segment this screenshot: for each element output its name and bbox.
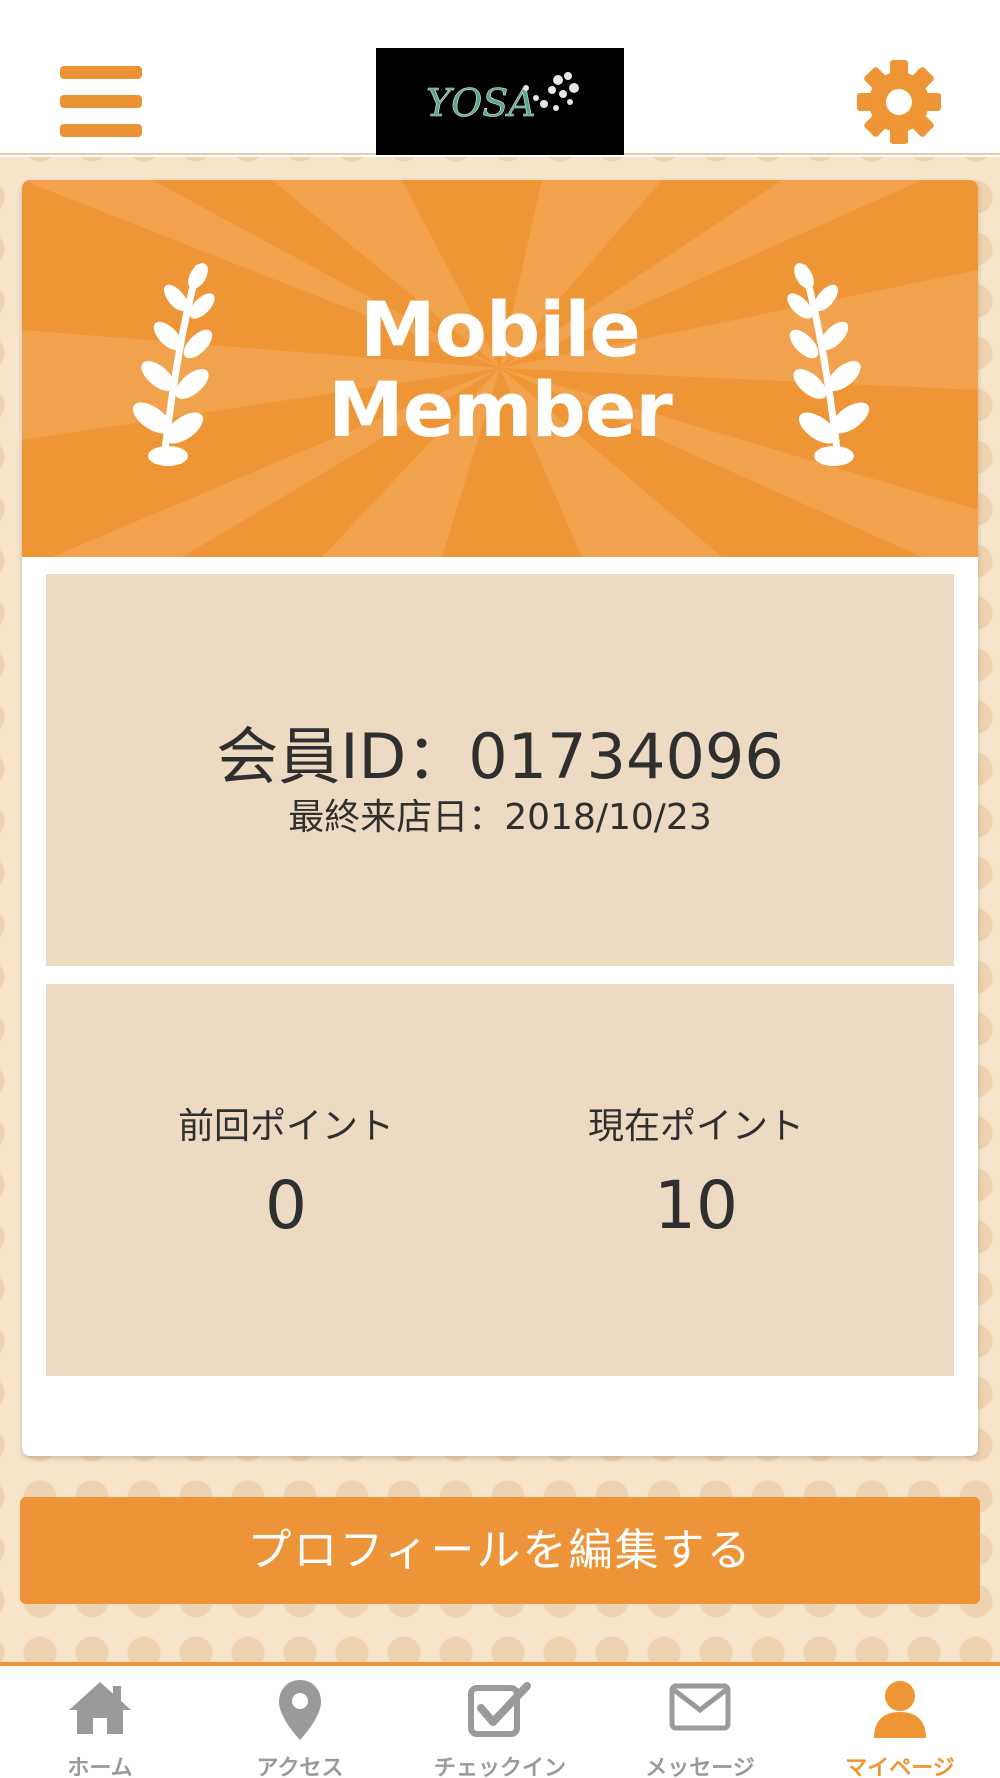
gear-icon[interactable] [855, 58, 943, 146]
edit-profile-button[interactable]: プロフィールを編集する [20, 1497, 980, 1604]
previous-points: 前回ポイント 0 [86, 1104, 486, 1244]
current-points-value: 10 [654, 1167, 738, 1244]
tab-message-label: メッセージ [645, 1756, 755, 1778]
store-logo: YOSA [376, 48, 624, 155]
tab-home[interactable]: ホーム [0, 1666, 200, 1778]
mail-icon [669, 1683, 731, 1731]
map-pin-icon [279, 1680, 321, 1740]
banner-title-line1: Mobile [360, 285, 641, 374]
laurel-right-icon [787, 263, 870, 466]
tab-access-label: アクセス [256, 1756, 344, 1778]
tab-access[interactable]: アクセス [200, 1666, 400, 1778]
current-points-label: 現在ポイント [587, 1106, 804, 1147]
last-visit-date: 最終来店日：2018/10/23 [288, 797, 712, 838]
app-header: YOSA [0, 0, 1000, 155]
member-id: 会員ID：01734096 [216, 720, 784, 793]
tab-mypage-label: マイページ [845, 1756, 955, 1778]
previous-points-label: 前回ポイント [177, 1106, 394, 1147]
member-banner: Mobile Member [22, 180, 978, 557]
member-info-panel: 会員ID：01734096 最終来店日：2018/10/23 [46, 574, 954, 966]
svg-text:YOSA: YOSA [426, 81, 536, 125]
tab-checkin-label: チェックイン [433, 1756, 566, 1778]
tab-home-label: ホーム [67, 1756, 133, 1778]
points-panel: 前回ポイント 0 現在ポイント 10 [46, 984, 954, 1376]
logo-artwork: YOSA [426, 72, 579, 125]
banner-title: Mobile Member [252, 290, 748, 450]
checkbox-icon [468, 1682, 531, 1737]
laurel-left-icon [132, 263, 215, 466]
hamburger-menu-icon[interactable] [60, 66, 142, 138]
current-points: 現在ポイント 10 [496, 1104, 896, 1244]
tab-checkin[interactable]: チェックイン [400, 1666, 600, 1778]
previous-points-value: 0 [265, 1167, 307, 1244]
member-card: Mobile Member 会員ID：01734096 最終来店日：2018/1… [22, 180, 978, 1456]
user-icon [874, 1681, 926, 1738]
home-icon [69, 1682, 131, 1734]
bottom-tab-bar: ホーム アクセス チェックイン メッセージ マイページ [0, 1662, 1000, 1778]
banner-title-line2: Member [328, 365, 673, 454]
tab-mypage[interactable]: マイページ [800, 1666, 1000, 1778]
tab-message[interactable]: メッセージ [600, 1666, 800, 1778]
